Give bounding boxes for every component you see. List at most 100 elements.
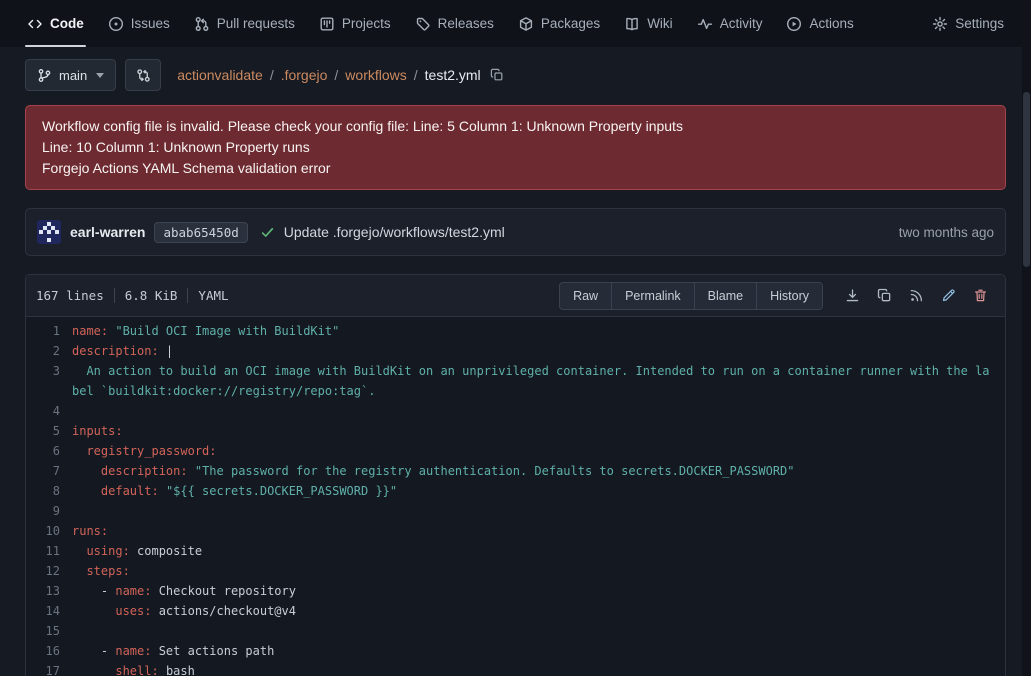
- play-circle-icon: [786, 16, 802, 32]
- code-line: 1name: "Build OCI Image with BuildKit": [26, 321, 1005, 341]
- code-line: 11 using: composite: [26, 541, 1005, 561]
- git-compare-icon: [136, 68, 151, 83]
- breadcrumb-separator: /: [414, 67, 418, 83]
- page-scrollbar[interactable]: [1022, 0, 1031, 676]
- code-line: 5inputs:: [26, 421, 1005, 441]
- tab-projects[interactable]: Projects: [308, 0, 402, 47]
- code-text: name: "Build OCI Image with BuildKit": [72, 321, 1005, 341]
- line-number[interactable]: 13: [26, 581, 72, 601]
- copy-path-button[interactable]: [488, 66, 506, 84]
- code-text: [72, 501, 1005, 521]
- code-text: using: composite: [72, 541, 1005, 561]
- copy-content-button[interactable]: [870, 281, 899, 310]
- blame-button[interactable]: Blame: [694, 283, 756, 309]
- code-text: description: "The password for the regis…: [72, 461, 1005, 481]
- repo-content: main actionvalidate / .forgejo / workflo…: [0, 47, 1031, 676]
- code-line: 17 shell: bash: [26, 661, 1005, 676]
- tab-issues[interactable]: Issues: [97, 0, 181, 47]
- commit-author[interactable]: earl-warren: [70, 224, 145, 240]
- line-number[interactable]: 9: [26, 501, 72, 521]
- line-number[interactable]: 16: [26, 641, 72, 661]
- tab-actions[interactable]: Actions: [775, 0, 864, 47]
- line-number[interactable]: 8: [26, 481, 72, 501]
- code-line: 2description: |: [26, 341, 1005, 361]
- git-branch-icon: [37, 68, 52, 83]
- permalink-button[interactable]: Permalink: [611, 283, 694, 309]
- code-text: runs:: [72, 521, 1005, 541]
- code-text: uses: actions/checkout@v4: [72, 601, 1005, 621]
- file-size: 6.8 KiB: [125, 288, 178, 303]
- code-line: 15: [26, 621, 1005, 641]
- book-icon: [624, 16, 640, 32]
- line-number[interactable]: 7: [26, 461, 72, 481]
- code-line: 13 - name: Checkout repository: [26, 581, 1005, 601]
- download-button[interactable]: [838, 281, 867, 310]
- tab-label: Wiki: [647, 16, 673, 31]
- file-header: 167 lines 6.8 KiB YAML Raw Permalink Bla…: [26, 275, 1005, 317]
- line-number[interactable]: 6: [26, 441, 72, 461]
- delete-file-button[interactable]: [966, 281, 995, 310]
- line-number[interactable]: 11: [26, 541, 72, 561]
- code-text: - name: Set actions path: [72, 641, 1005, 661]
- line-number[interactable]: 2: [26, 341, 72, 361]
- tab-wiki[interactable]: Wiki: [613, 0, 684, 47]
- line-number[interactable]: 4: [26, 401, 72, 421]
- tab-activity[interactable]: Activity: [686, 0, 774, 47]
- commit-message[interactable]: Update .forgejo/workflows/test2.yml: [284, 224, 505, 240]
- tag-icon: [415, 16, 431, 32]
- code-icon: [27, 16, 43, 32]
- chevron-down-icon: [96, 73, 104, 78]
- code-text: description: |: [72, 341, 1005, 361]
- breadcrumb-separator: /: [270, 67, 274, 83]
- file-actions: Raw Permalink Blame History: [559, 281, 995, 310]
- code-line: 14 uses: actions/checkout@v4: [26, 601, 1005, 621]
- breadcrumb-dir-link[interactable]: .forgejo: [281, 67, 328, 83]
- edit-file-button[interactable]: [934, 281, 963, 310]
- repo-nav: Code Issues Pull requests Projects Relea…: [0, 0, 1031, 47]
- code-line: 6 registry_password:: [26, 441, 1005, 461]
- tab-pull-requests[interactable]: Pull requests: [183, 0, 306, 47]
- tab-label: Activity: [720, 16, 763, 31]
- tab-packages[interactable]: Packages: [507, 0, 611, 47]
- code-line: 9: [26, 501, 1005, 521]
- line-number[interactable]: 12: [26, 561, 72, 581]
- line-number[interactable]: 14: [26, 601, 72, 621]
- code-line: 4: [26, 401, 1005, 421]
- tab-label: Projects: [342, 16, 391, 31]
- copy-icon: [877, 288, 892, 303]
- breadcrumb-repo-link[interactable]: actionvalidate: [177, 67, 263, 83]
- code-line: 12 steps:: [26, 561, 1005, 581]
- line-number[interactable]: 17: [26, 661, 72, 676]
- code-line: 10runs:: [26, 521, 1005, 541]
- commit-status-check-icon[interactable]: [260, 225, 275, 240]
- code-text: inputs:: [72, 421, 1005, 441]
- tab-label: Settings: [955, 16, 1004, 31]
- copy-icon: [490, 68, 504, 82]
- commit-hash[interactable]: abab65450d: [154, 222, 247, 243]
- line-number[interactable]: 1: [26, 321, 72, 341]
- line-number[interactable]: 5: [26, 421, 72, 441]
- issue-icon: [108, 16, 124, 32]
- raw-button[interactable]: Raw: [560, 283, 611, 309]
- file-lines-count: 167 lines: [36, 288, 104, 303]
- compare-button[interactable]: [125, 59, 161, 91]
- branch-selector[interactable]: main: [25, 59, 116, 91]
- line-number[interactable]: 10: [26, 521, 72, 541]
- tab-label: Releases: [438, 16, 494, 31]
- line-number[interactable]: 3: [26, 361, 72, 401]
- code-text: An action to build an OCI image with Bui…: [72, 361, 1005, 401]
- tab-settings[interactable]: Settings: [921, 0, 1015, 47]
- error-line: Workflow config file is invalid. Please …: [42, 116, 989, 137]
- rss-feed-button[interactable]: [902, 281, 931, 310]
- avatar[interactable]: [37, 220, 61, 244]
- breadcrumb-dir-link[interactable]: workflows: [345, 67, 406, 83]
- error-line: Line: 10 Column 1: Unknown Property runs: [42, 137, 989, 158]
- history-button[interactable]: History: [756, 283, 822, 309]
- scrollbar-thumb[interactable]: [1023, 92, 1030, 267]
- line-number[interactable]: 15: [26, 621, 72, 641]
- tab-releases[interactable]: Releases: [404, 0, 505, 47]
- tab-label: Packages: [541, 16, 600, 31]
- gear-icon: [932, 16, 948, 32]
- code-text: default: "${{ secrets.DOCKER_PASSWORD }}…: [72, 481, 1005, 501]
- tab-code[interactable]: Code: [16, 0, 95, 47]
